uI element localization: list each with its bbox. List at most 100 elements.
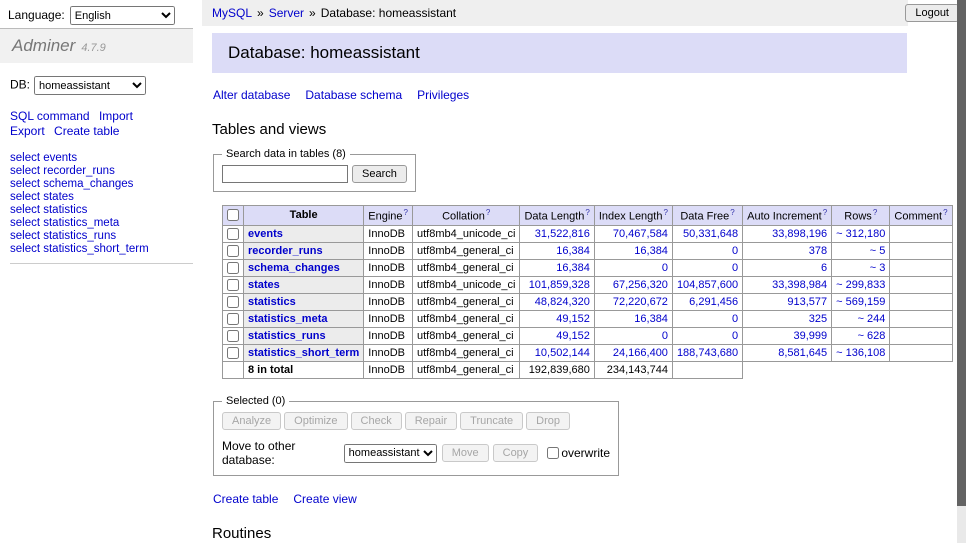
index-length-link[interactable]: 72,220,672 [613,296,668,308]
table-link-statistics[interactable]: statistics [248,296,296,308]
data-length-link[interactable]: 31,522,816 [535,228,590,240]
vertical-scrollbar[interactable] [957,0,966,543]
help-icon[interactable]: ? [943,208,947,217]
table-link-schema-changes[interactable]: schema_changes [248,262,340,274]
db-select[interactable]: homeassistant [34,76,146,95]
index-length-link[interactable]: 67,256,320 [613,279,668,291]
breadcrumb-server-link[interactable]: Server [269,6,304,20]
rows-link[interactable]: ~ 3 [870,262,886,274]
create-view-link[interactable]: Create view [293,492,356,506]
row-select-checkbox[interactable] [227,330,239,342]
table-link-states[interactable]: states [248,279,280,291]
sidebar-select-statistics-short-term-link[interactable]: select statistics_short_term [10,243,193,256]
logout-button[interactable]: Logout [905,4,959,22]
table-link-statistics-meta[interactable]: statistics_meta [248,313,328,325]
rows-link[interactable]: ~ 628 [858,330,886,342]
rows-link[interactable]: ~ 299,833 [836,279,885,291]
truncate-button[interactable]: Truncate [460,412,523,430]
index-length-link[interactable]: 16,384 [634,245,668,257]
index-length-link[interactable]: 0 [662,262,668,274]
auto-increment-link[interactable]: 8,581,645 [778,347,827,359]
rows-link[interactable]: ~ 569,159 [836,296,885,308]
data-free-link[interactable]: 0 [732,313,738,325]
help-icon[interactable]: ? [585,208,589,217]
data-free-link[interactable]: 6,291,456 [689,296,738,308]
row-select-checkbox[interactable] [227,245,239,257]
sidebar-select-schema-changes-link[interactable]: select schema_changes [10,178,193,191]
rows-link[interactable]: ~ 244 [858,313,886,325]
copy-button[interactable]: Copy [493,444,539,462]
table-link-statistics-short-term[interactable]: statistics_short_term [248,347,359,359]
check-button[interactable]: Check [351,412,402,430]
repair-button[interactable]: Repair [405,412,457,430]
sidebar-select-statistics-runs-link[interactable]: select statistics_runs [10,230,193,243]
sidebar-link-export[interactable]: Export [10,124,45,138]
data-free-link[interactable]: 104,857,600 [677,279,738,291]
analyze-button[interactable]: Analyze [222,412,281,430]
data-free-link[interactable]: 0 [732,245,738,257]
data-free-link[interactable]: 0 [732,330,738,342]
table-link-events[interactable]: events [248,228,283,240]
sidebar-link-import[interactable]: Import [99,109,133,123]
search-button[interactable]: Search [352,165,407,183]
data-free-link[interactable]: 50,331,648 [683,228,738,240]
privileges-link[interactable]: Privileges [417,88,469,102]
help-icon[interactable]: ? [873,208,877,217]
language-select[interactable]: English [70,6,175,25]
search-input[interactable] [222,165,348,183]
scrollbar-thumb[interactable] [957,0,966,506]
table-link-recorder-runs[interactable]: recorder_runs [248,245,323,257]
move-button[interactable]: Move [442,444,489,462]
help-icon[interactable]: ? [823,208,827,217]
row-select-checkbox[interactable] [227,262,239,274]
sidebar-select-statistics-link[interactable]: select statistics [10,204,193,217]
data-free-link[interactable]: 188,743,680 [677,347,738,359]
rows-link[interactable]: ~ 312,180 [836,228,885,240]
sidebar-select-statistics-meta-link[interactable]: select statistics_meta [10,217,193,230]
rows-link[interactable]: ~ 136,108 [836,347,885,359]
sidebar-link-sql-command[interactable]: SQL command [10,109,90,123]
data-length-link[interactable]: 16,384 [556,262,590,274]
auto-increment-link[interactable]: 325 [809,313,827,325]
help-icon[interactable]: ? [486,208,490,217]
index-length-link[interactable]: 0 [662,330,668,342]
select-all-checkbox[interactable] [227,209,239,221]
auto-increment-link[interactable]: 33,898,196 [772,228,827,240]
index-length-link[interactable]: 70,467,584 [613,228,668,240]
row-select-checkbox[interactable] [227,279,239,291]
row-select-checkbox[interactable] [227,228,239,240]
row-select-checkbox[interactable] [227,313,239,325]
drop-button[interactable]: Drop [526,412,570,430]
data-length-link[interactable]: 101,859,328 [529,279,590,291]
alter-database-link[interactable]: Alter database [213,88,290,102]
sidebar-select-recorder-runs-link[interactable]: select recorder_runs [10,165,193,178]
data-length-link[interactable]: 49,152 [556,330,590,342]
help-icon[interactable]: ? [663,208,667,217]
row-select-checkbox[interactable] [227,347,239,359]
help-icon[interactable]: ? [404,208,408,217]
optimize-button[interactable]: Optimize [284,412,347,430]
sidebar-select-events-link[interactable]: select events [10,152,193,165]
auto-increment-link[interactable]: 378 [809,245,827,257]
auto-increment-link[interactable]: 39,999 [794,330,828,342]
auto-increment-link[interactable]: 33,398,984 [772,279,827,291]
index-length-link[interactable]: 16,384 [634,313,668,325]
move-db-select[interactable]: homeassistant [344,444,437,463]
create-table-link[interactable]: Create table [213,492,278,506]
row-select-checkbox[interactable] [227,296,239,308]
data-length-link[interactable]: 16,384 [556,245,590,257]
database-schema-link[interactable]: Database schema [305,88,402,102]
table-link-statistics-runs[interactable]: statistics_runs [248,330,326,342]
breadcrumb-mysql-link[interactable]: MySQL [212,6,252,20]
data-free-link[interactable]: 0 [732,262,738,274]
help-icon[interactable]: ? [730,208,734,217]
auto-increment-link[interactable]: 913,577 [787,296,827,308]
data-length-link[interactable]: 10,502,144 [535,347,590,359]
index-length-link[interactable]: 24,166,400 [613,347,668,359]
data-length-link[interactable]: 49,152 [556,313,590,325]
overwrite-checkbox[interactable] [547,447,559,459]
rows-link[interactable]: ~ 5 [870,245,886,257]
sidebar-select-states-link[interactable]: select states [10,191,193,204]
auto-increment-link[interactable]: 6 [821,262,827,274]
data-length-link[interactable]: 48,824,320 [535,296,590,308]
